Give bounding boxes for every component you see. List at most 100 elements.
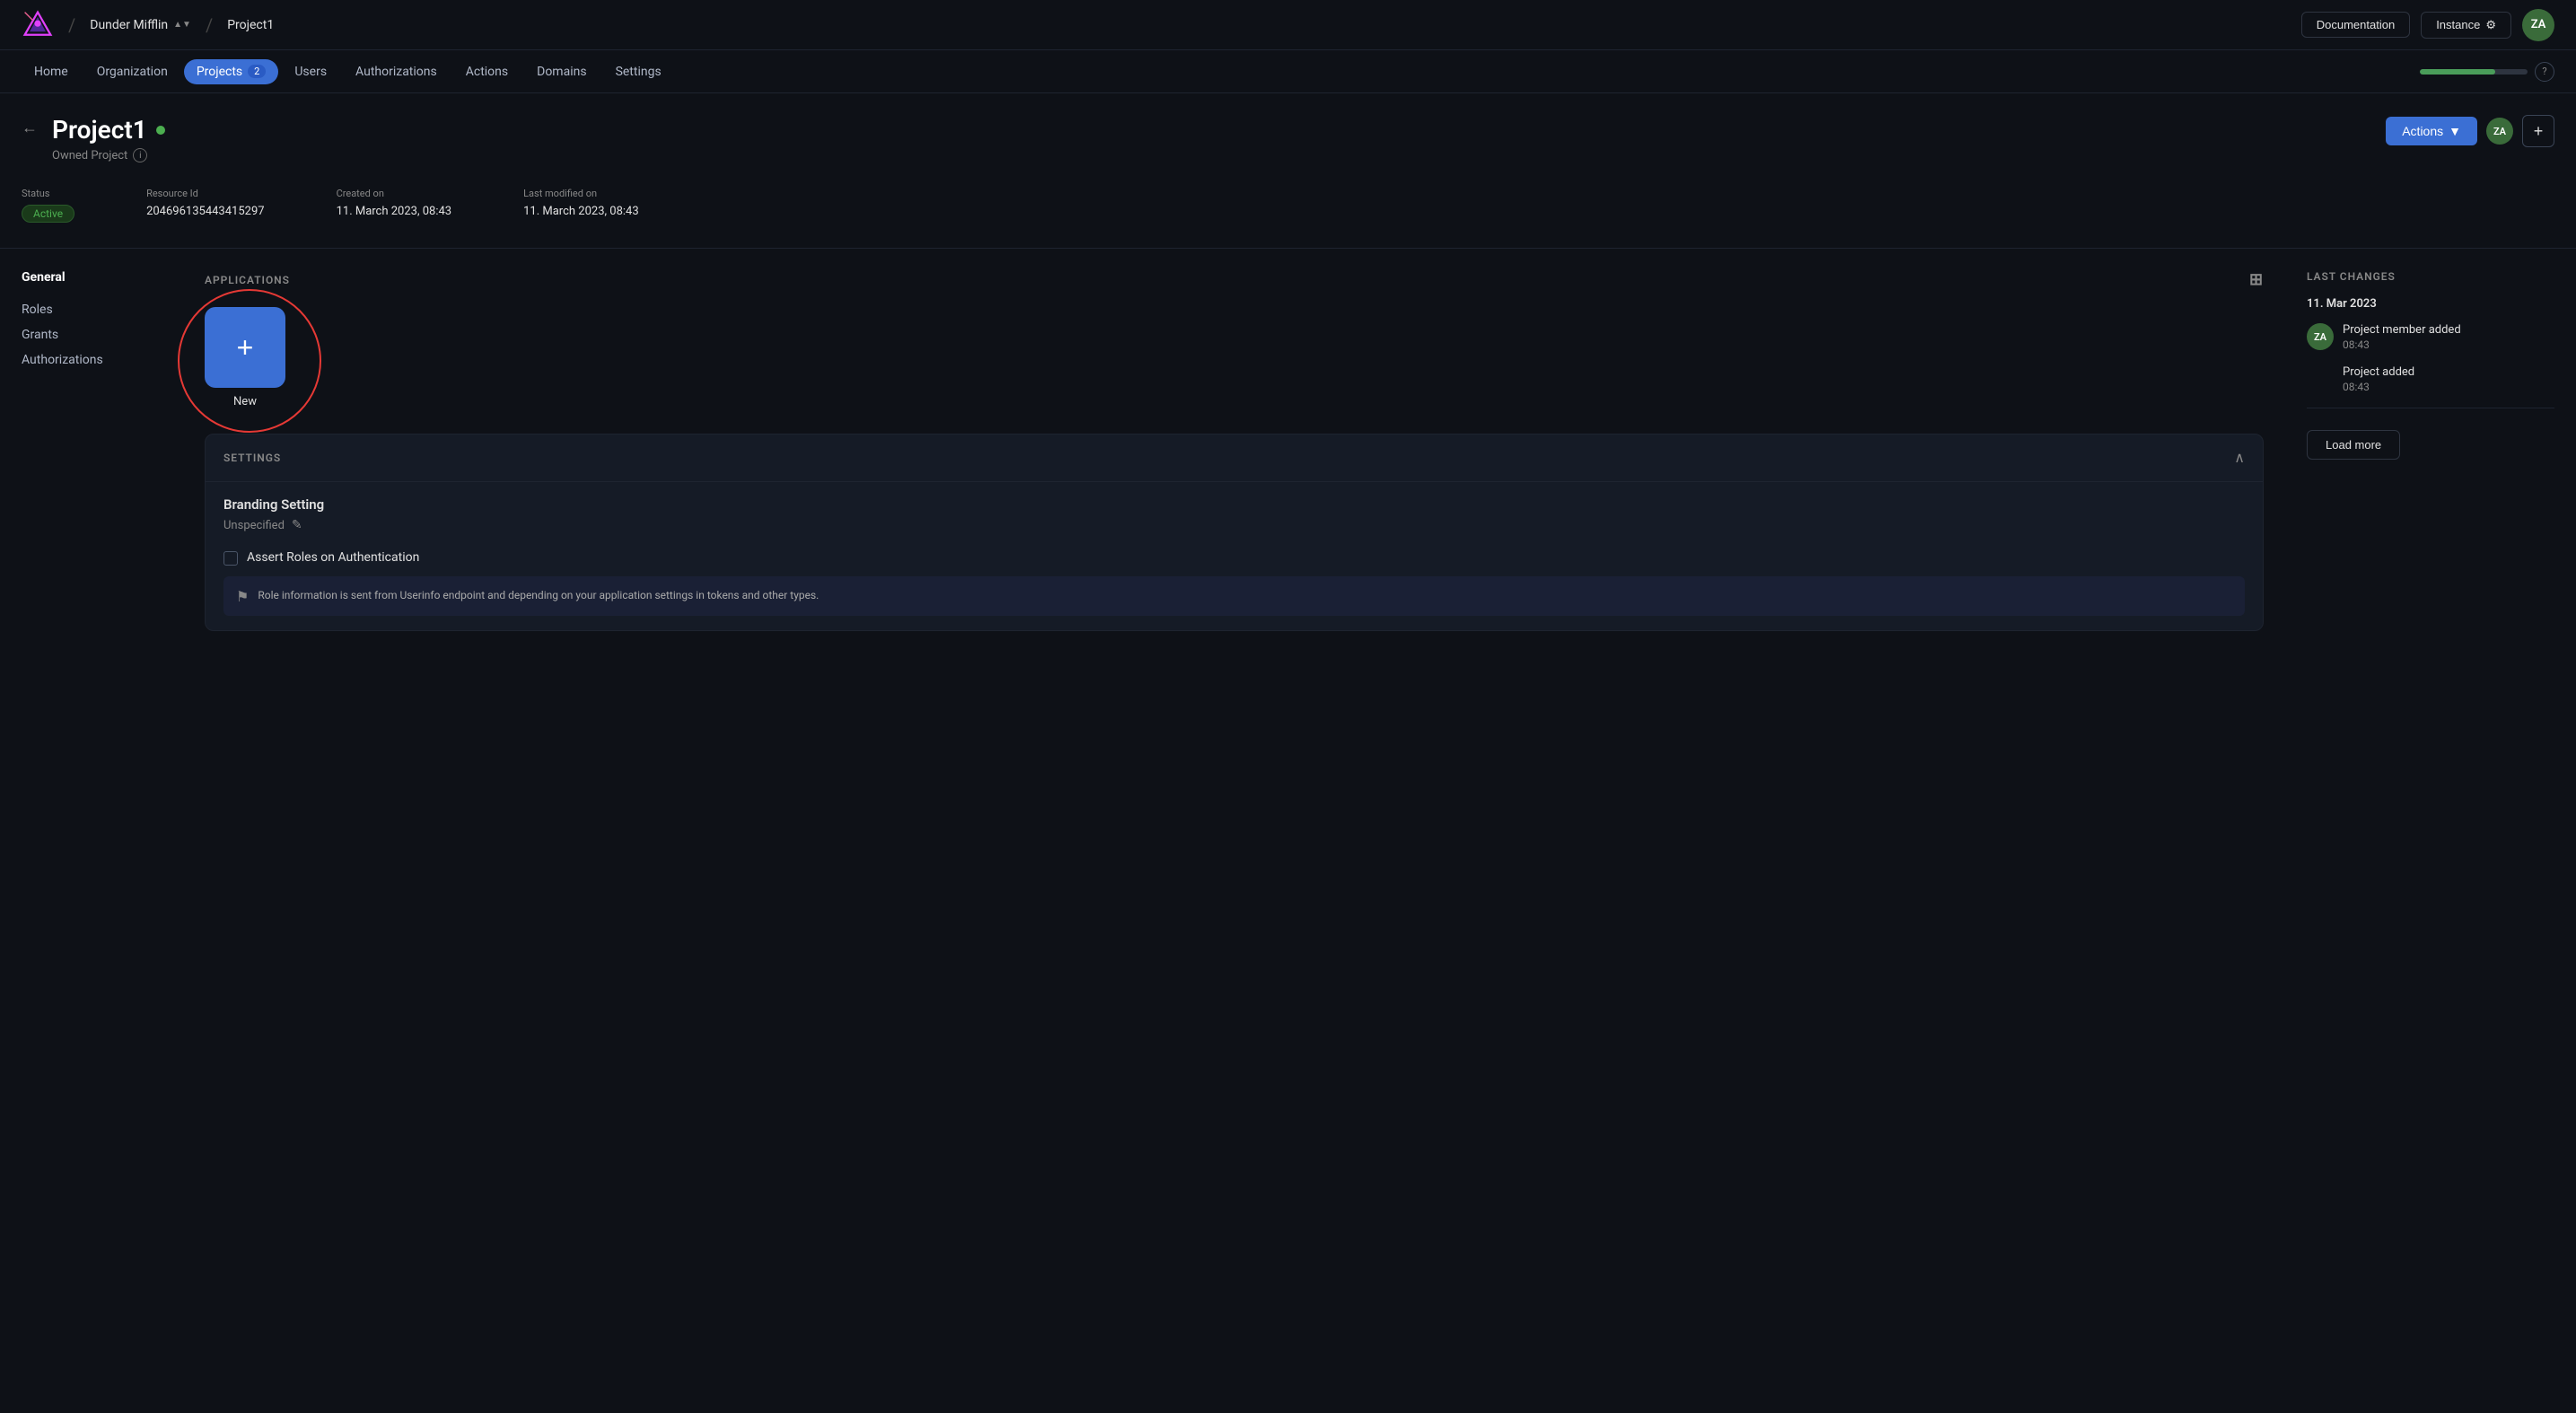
- change-content-0: Project member added 08:43: [2343, 323, 2461, 351]
- branding-setting-label: Branding Setting: [223, 496, 2245, 513]
- new-app-button[interactable]: +: [205, 307, 285, 388]
- created-on-value: 11. March 2023, 08:43: [337, 205, 452, 218]
- actions-button[interactable]: Actions ▼: [2386, 117, 2477, 145]
- status-item: Status Active: [22, 188, 74, 223]
- created-on-item: Created on 11. March 2023, 08:43: [337, 188, 452, 223]
- change-item-1: Project added 08:43: [2343, 365, 2554, 393]
- section-divider: [0, 248, 2576, 249]
- change-item-0: ZA Project member added 08:43: [2307, 323, 2554, 351]
- avatar[interactable]: ZA: [2522, 9, 2554, 41]
- assert-roles-label: Assert Roles on Authentication: [247, 550, 419, 565]
- org-selector[interactable]: Dunder Mifflin ▲▼: [90, 18, 191, 32]
- nav-projects-label: Projects: [197, 65, 242, 79]
- settings-body: Branding Setting Unspecified ✎ Assert Ro…: [206, 481, 2263, 630]
- projects-badge: 2: [248, 65, 266, 78]
- instance-label: Instance: [2436, 18, 2480, 31]
- progress-bar: [2420, 69, 2528, 75]
- actions-label: Actions: [2402, 124, 2443, 138]
- status-label: Status: [22, 188, 74, 199]
- change-time-1: 08:43: [2343, 381, 2414, 393]
- sidebar-section-title: General: [22, 270, 165, 285]
- documentation-button[interactable]: Documentation: [2301, 12, 2410, 38]
- last-modified-item: Last modified on 11. March 2023, 08:43: [523, 188, 639, 223]
- project-title: Project1: [52, 115, 147, 145]
- last-modified-value: 11. March 2023, 08:43: [523, 205, 639, 218]
- load-more-button[interactable]: Load more: [2307, 430, 2400, 460]
- nav-actions[interactable]: Actions: [453, 59, 521, 84]
- help-button[interactable]: ?: [2535, 62, 2554, 82]
- change-avatar-0: ZA: [2307, 323, 2334, 350]
- project-header: ← Project1 Owned Project i Actions ▼ ZA …: [22, 115, 2554, 162]
- nav-projects[interactable]: Projects 2: [184, 59, 279, 84]
- change-time-0: 08:43: [2343, 338, 2461, 351]
- new-app-wrapper: + New: [205, 307, 285, 408]
- change-action-1: Project added: [2343, 365, 2414, 379]
- sidebar: General Roles Grants Authorizations: [22, 270, 183, 631]
- gear-icon: ⚙: [2485, 18, 2496, 32]
- settings-header: SETTINGS ∧: [206, 434, 2263, 481]
- settings-panel: SETTINGS ∧ Branding Setting Unspecified …: [205, 434, 2264, 631]
- progress-bar-area: ?: [2420, 62, 2554, 82]
- branding-unspecified: Unspecified: [223, 519, 285, 532]
- applications-label: APPLICATIONS: [205, 274, 290, 286]
- main-content: ← Project1 Owned Project i Actions ▼ ZA …: [0, 93, 2576, 631]
- resource-id-item: Resource Id 204696135443415297: [146, 188, 265, 223]
- resource-id-value: 204696135443415297: [146, 205, 265, 218]
- chevron-down-icon: ▼: [2449, 124, 2461, 138]
- logo-icon: [22, 9, 54, 41]
- nav-sep-1: /: [68, 14, 75, 36]
- second-nav: Home Organization Projects 2 Users Autho…: [0, 50, 2576, 93]
- edit-icon[interactable]: ✎: [292, 518, 302, 532]
- status-badge: Active: [22, 205, 74, 223]
- new-app-label: New: [233, 395, 257, 408]
- assert-roles-checkbox[interactable]: [223, 551, 238, 566]
- info-box-text: Role information is sent from Userinfo e…: [258, 587, 819, 603]
- owned-label-text: Owned Project: [52, 149, 127, 162]
- org-name: Dunder Mifflin: [90, 18, 168, 32]
- project-name-nav: Project1: [227, 18, 274, 32]
- app-area: APPLICATIONS ⊞ + New SETTINGS ∧ Branding…: [183, 270, 2285, 631]
- status-row: Status Active Resource Id 20469613544341…: [22, 188, 2554, 223]
- last-changes-title: LAST CHANGES: [2307, 270, 2554, 283]
- grid-icon[interactable]: ⊞: [2249, 270, 2264, 289]
- info-icon[interactable]: i: [133, 148, 147, 162]
- nav-users[interactable]: Users: [282, 59, 339, 84]
- info-box: ⚑ Role information is sent from Userinfo…: [223, 576, 2245, 616]
- nav-domains[interactable]: Domains: [524, 59, 599, 84]
- changes-date: 11. Mar 2023: [2307, 297, 2554, 311]
- sidebar-item-authorizations[interactable]: Authorizations: [22, 347, 165, 373]
- change-content-1: Project added 08:43: [2343, 365, 2414, 393]
- last-modified-label: Last modified on: [523, 188, 639, 199]
- branding-value-row: Unspecified ✎: [223, 518, 2245, 532]
- project-info: Project1 Owned Project i: [52, 115, 2386, 162]
- org-chevron-icon: ▲▼: [173, 20, 191, 30]
- project-actions: Actions ▼ ZA +: [2386, 115, 2554, 147]
- body-layout: General Roles Grants Authorizations APPL…: [22, 270, 2554, 631]
- created-on-label: Created on: [337, 188, 452, 199]
- applications-section: APPLICATIONS ⊞: [205, 270, 2264, 289]
- change-action-0: Project member added: [2343, 323, 2461, 337]
- project-title-row: Project1: [52, 115, 2386, 145]
- nav-sep-2: /: [206, 14, 213, 36]
- nav-authorizations[interactable]: Authorizations: [343, 59, 450, 84]
- progress-fill: [2420, 69, 2495, 75]
- nav-organization[interactable]: Organization: [84, 59, 180, 84]
- add-member-button[interactable]: +: [2522, 115, 2554, 147]
- nav-settings[interactable]: Settings: [603, 59, 674, 84]
- instance-button[interactable]: Instance ⚙: [2421, 12, 2511, 39]
- nav-home[interactable]: Home: [22, 59, 81, 84]
- logo-area: [22, 9, 54, 41]
- owned-label: Owned Project i: [52, 148, 2386, 162]
- project-avatar[interactable]: ZA: [2486, 118, 2513, 145]
- last-changes: LAST CHANGES 11. Mar 2023 ZA Project mem…: [2285, 270, 2554, 631]
- top-nav-right: Documentation Instance ⚙ ZA: [2301, 9, 2554, 41]
- top-nav: / Dunder Mifflin ▲▼ / Project1 Documenta…: [0, 0, 2576, 50]
- assert-roles-row: Assert Roles on Authentication: [223, 550, 2245, 566]
- resource-id-label: Resource Id: [146, 188, 265, 199]
- sidebar-item-grants[interactable]: Grants: [22, 322, 165, 347]
- back-button[interactable]: ←: [22, 118, 38, 137]
- settings-title: SETTINGS: [223, 452, 281, 464]
- collapse-button[interactable]: ∧: [2234, 449, 2245, 467]
- online-indicator: [156, 126, 165, 135]
- sidebar-item-roles[interactable]: Roles: [22, 297, 165, 322]
